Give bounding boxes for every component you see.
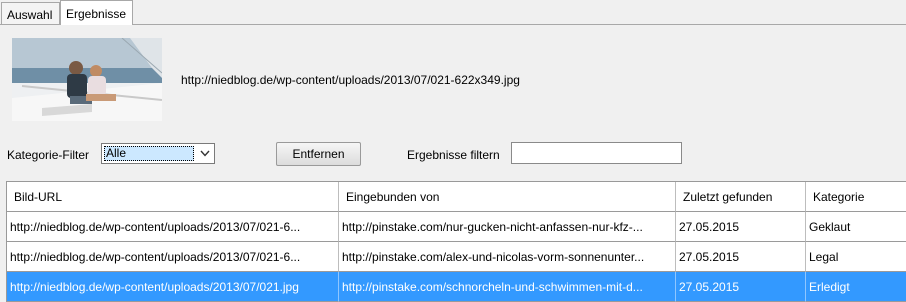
cell-eingebunden-von: http://pinstake.com/alex-und-nicolas-vor…: [339, 242, 676, 272]
table-header: Bild-URL Eingebunden von Zuletzt gefunde…: [7, 182, 906, 212]
cell-eingebunden-von: http://pinstake.com/schnorcheln-und-schw…: [339, 272, 676, 302]
results-filter-label: Ergebnisse filtern: [407, 148, 500, 162]
tab-ergebnisse[interactable]: Ergebnisse: [60, 0, 133, 25]
category-filter-label: Kategorie-Filter: [7, 148, 90, 162]
column-header-kategorie[interactable]: Kategorie: [806, 182, 906, 212]
image-preview: [12, 38, 162, 121]
column-header-eingebunden-von[interactable]: Eingebunden von: [339, 182, 676, 212]
app-window: Auswahl Ergebnisse http://niedblog.de/wp…: [0, 0, 906, 302]
table-row[interactable]: http://niedblog.de/wp-content/uploads/20…: [7, 242, 906, 272]
table-row-selected[interactable]: http://niedblog.de/wp-content/uploads/20…: [7, 272, 906, 302]
category-filter-select[interactable]: Alle: [101, 143, 215, 164]
column-header-bild-url[interactable]: Bild-URL: [7, 182, 339, 212]
cell-kategorie: Legal: [806, 242, 906, 272]
preview-photo: [12, 38, 162, 121]
results-table: Bild-URL Eingebunden von Zuletzt gefunde…: [6, 181, 906, 302]
cell-bild-url: http://niedblog.de/wp-content/uploads/20…: [7, 242, 339, 272]
cell-zuletzt-gefunden: 27.05.2015: [676, 272, 806, 302]
tab-auswahl[interactable]: Auswahl: [1, 2, 60, 24]
chevron-down-icon: [200, 150, 210, 157]
cell-kategorie: Erledigt: [806, 272, 906, 302]
category-filter-value: Alle: [104, 146, 194, 161]
cell-zuletzt-gefunden: 27.05.2015: [676, 212, 806, 242]
preview-image-url: http://niedblog.de/wp-content/uploads/20…: [181, 73, 520, 87]
cell-bild-url: http://niedblog.de/wp-content/uploads/20…: [7, 212, 339, 242]
table-row[interactable]: http://niedblog.de/wp-content/uploads/20…: [7, 212, 906, 242]
column-header-zuletzt-gefunden[interactable]: Zuletzt gefunden: [676, 182, 806, 212]
cell-kategorie: Geklaut: [806, 212, 906, 242]
results-filter-input[interactable]: [511, 142, 682, 164]
tab-strip-divider: [0, 24, 906, 25]
cell-eingebunden-von: http://pinstake.com/nur-gucken-nicht-anf…: [339, 212, 676, 242]
cell-bild-url: http://niedblog.de/wp-content/uploads/20…: [7, 272, 339, 302]
cell-zuletzt-gefunden: 27.05.2015: [676, 242, 806, 272]
remove-button[interactable]: Entfernen: [276, 142, 361, 166]
